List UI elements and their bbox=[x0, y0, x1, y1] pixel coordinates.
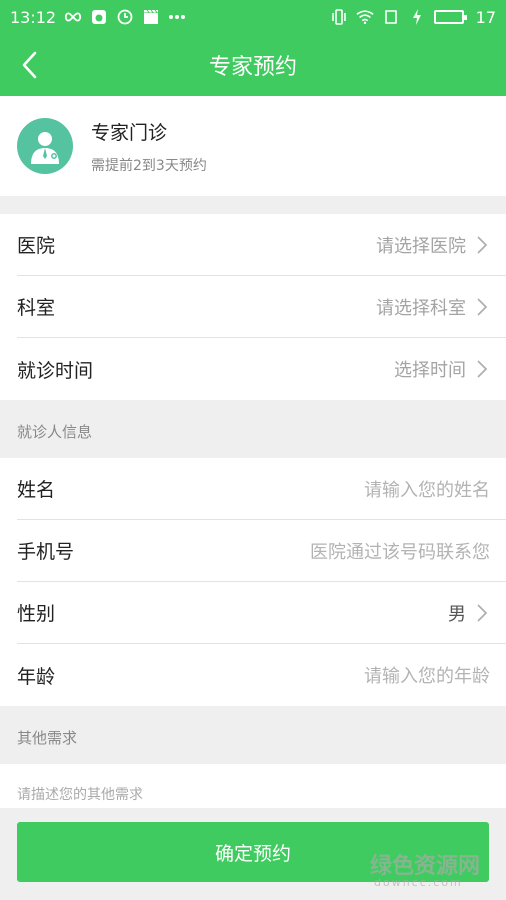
nav-bar: 专家预约 bbox=[0, 34, 506, 96]
chevron-right-icon bbox=[476, 234, 490, 256]
gender-selected: 男 bbox=[448, 603, 466, 625]
clapper-icon bbox=[142, 8, 160, 26]
name-input[interactable]: 请输入您的姓名 bbox=[364, 476, 490, 502]
clock-icon bbox=[116, 8, 134, 26]
other-needs-placeholder: 请描述您的其他需求 bbox=[17, 787, 143, 803]
visit-time-value: 选择时间 bbox=[394, 356, 490, 382]
patient-section-header: 就诊人信息 bbox=[17, 423, 93, 441]
vibrate-icon bbox=[330, 8, 348, 26]
hospital-value: 请选择医院 bbox=[376, 232, 490, 258]
doctor-avatar bbox=[17, 118, 73, 174]
back-button[interactable] bbox=[12, 48, 46, 82]
department-value: 请选择科室 bbox=[376, 294, 490, 320]
status-time: 13:12 bbox=[10, 7, 57, 27]
status-right: 17 bbox=[330, 8, 496, 27]
visit-time-row[interactable]: 就诊时间 选择时间 bbox=[17, 338, 506, 400]
expert-subtitle: 需提前2到3天预约 bbox=[91, 157, 207, 174]
name-label: 姓名 bbox=[17, 479, 56, 501]
page-title: 专家预约 bbox=[208, 55, 297, 80]
gender-label: 性别 bbox=[17, 603, 56, 625]
age-label: 年龄 bbox=[17, 665, 56, 688]
battery-level: 17 bbox=[475, 7, 496, 27]
wifi-icon bbox=[356, 8, 374, 26]
gender-value: 男 bbox=[448, 600, 490, 626]
other-section-header: 其他需求 bbox=[17, 729, 78, 747]
phone-input[interactable]: 医院通过该号码联系您 bbox=[310, 538, 490, 564]
more-icon bbox=[168, 8, 186, 26]
gender-row[interactable]: 性别 男 bbox=[17, 582, 506, 644]
phone-row: 手机号 医院通过该号码联系您 bbox=[17, 520, 506, 582]
sim-icon bbox=[382, 8, 400, 26]
hospital-placeholder: 请选择医院 bbox=[376, 235, 466, 257]
watermark-url: downcc.com bbox=[374, 876, 463, 889]
expert-text: 专家门诊 需提前2到3天预约 bbox=[91, 118, 207, 175]
expert-title: 专家门诊 bbox=[91, 121, 168, 144]
phone-label: 手机号 bbox=[17, 541, 75, 563]
other-needs-textarea[interactable]: 请描述您的其他需求 bbox=[0, 764, 506, 808]
visit-time-placeholder: 选择时间 bbox=[394, 360, 466, 381]
confirm-appointment-label: 确定预约 bbox=[214, 842, 291, 865]
age-row: 年龄 请输入您的年龄 bbox=[17, 644, 506, 706]
doctor-icon bbox=[31, 132, 59, 164]
status-left: 13:12 bbox=[10, 8, 186, 27]
hospital-row[interactable]: 医院 请选择医院 bbox=[17, 214, 506, 276]
chevron-right-icon bbox=[476, 358, 490, 380]
expert-card: 专家门诊 需提前2到3天预约 bbox=[0, 96, 506, 196]
status-bar: 13:12 17 bbox=[0, 0, 506, 34]
age-input[interactable]: 请输入您的年龄 bbox=[364, 662, 490, 688]
hospital-label: 医院 bbox=[17, 235, 56, 257]
chevron-right-icon bbox=[476, 602, 490, 624]
charging-icon bbox=[408, 8, 426, 26]
patient-group: 姓名 请输入您的姓名 手机号 医院通过该号码联系您 性别 男 年龄 请输入您的年… bbox=[0, 458, 506, 706]
appointment-group: 医院 请选择医院 科室 请选择科室 就诊时间 选择时间 bbox=[0, 214, 506, 400]
department-row[interactable]: 科室 请选择科室 bbox=[17, 276, 506, 338]
department-placeholder: 请选择科室 bbox=[376, 297, 466, 319]
visit-time-label: 就诊时间 bbox=[17, 359, 94, 382]
back-arrow-icon bbox=[22, 51, 37, 79]
battery-icon bbox=[433, 10, 467, 24]
infinity-icon bbox=[64, 8, 82, 26]
chevron-right-icon bbox=[476, 296, 490, 318]
name-row: 姓名 请输入您的姓名 bbox=[17, 458, 506, 520]
weibo-icon bbox=[90, 8, 108, 26]
department-label: 科室 bbox=[17, 297, 56, 319]
